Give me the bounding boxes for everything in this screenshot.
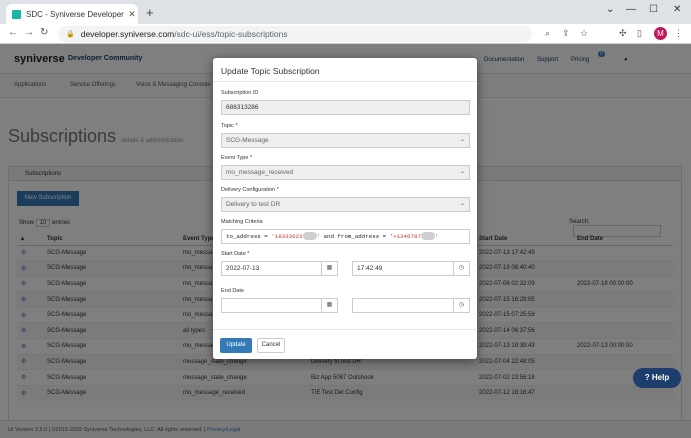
zoom-icon[interactable]: ⌕ [545, 28, 550, 39]
delivery-configuration-select: Delivery to test DR ⌄ [221, 197, 470, 212]
event-type-label: Event Type * [221, 155, 252, 161]
start-date-input[interactable]: 2022-07-13 ▦ [221, 261, 338, 276]
browser-menu-icon[interactable]: ⋮ [674, 28, 683, 39]
criteria-mid: and from_address = [320, 233, 390, 240]
back-icon[interactable]: ← [8, 27, 18, 38]
start-date-label: Start Date * [221, 251, 249, 257]
help-button[interactable]: ? Help [633, 368, 681, 388]
start-label-text: Start Date [221, 251, 246, 257]
chevron-down-icon: ⌄ [459, 201, 465, 207]
subscription-id-field: 686313286 [221, 100, 470, 115]
criteria-from-value: '+1346787 [389, 233, 421, 240]
topic-value: SCG-Message [226, 137, 269, 144]
topic-label-text: Topic [221, 123, 234, 129]
delivery-value: Delivery to test DR [226, 201, 281, 208]
chevron-down-icon: ⌄ [459, 137, 465, 143]
redacted-blur [302, 232, 317, 241]
start-date-value: 2022-07-13 [226, 265, 260, 272]
forward-icon[interactable]: → [24, 27, 34, 38]
end-time-input[interactable]: ◷ [352, 298, 470, 313]
topic-select: SCG-Message ⌄ [221, 133, 470, 148]
reload-icon[interactable]: ↻ [40, 27, 48, 38]
modal-title: Update Topic Subscription [213, 58, 477, 82]
matching-criteria-input[interactable]: to_address = '18333622 ' and from_address… [221, 229, 470, 244]
minimize-icon[interactable]: — [626, 4, 636, 15]
subscription-id-label: Subscription ID [221, 90, 259, 96]
criteria-to-value: '18333622 [271, 233, 303, 240]
required-mark: * [235, 123, 238, 129]
topic-label: Topic * [221, 123, 238, 129]
url-path: /sdc-ui/ess/topic-subscriptions [174, 29, 288, 39]
event-type-value: mo_message_received [226, 169, 294, 176]
bookmark-star-icon[interactable]: ☆ [580, 28, 588, 39]
tab-title: SDC - Syniverse Developer Comm [26, 9, 126, 19]
share-icon[interactable]: ⇪ [562, 28, 570, 39]
start-time-value: 17:42:49 [357, 265, 383, 272]
modal-footer: Update Cancel [213, 329, 477, 359]
sidebar-icon[interactable]: ▯ [637, 28, 642, 39]
site-favicon-icon [12, 9, 21, 19]
cancel-button[interactable]: Cancel [257, 338, 285, 353]
help-icon: ? [644, 373, 650, 382]
calendar-icon[interactable]: ▦ [321, 299, 337, 312]
event-type-label-text: Event Type [221, 155, 249, 161]
criteria-end-quote: ' [434, 233, 439, 240]
end-date-label: End Date [221, 288, 244, 294]
tab-search-icon[interactable]: ⌄ [606, 4, 614, 15]
required-mark: * [249, 155, 253, 161]
address-bar-row: ← → ↻ 🔒 developer.syniverse.com/sdc-ui/e… [0, 24, 691, 44]
delivery-label-text: Delivery Configuration [221, 187, 276, 193]
maximize-icon[interactable]: ☐ [649, 4, 658, 15]
matching-criteria-label: Matching Criteria [221, 219, 263, 225]
help-label: Help [651, 373, 670, 382]
update-button[interactable]: Update [220, 338, 252, 353]
lock-icon: 🔒 [66, 31, 75, 38]
required-mark: * [276, 187, 279, 193]
calendar-icon[interactable]: ▦ [321, 262, 337, 275]
url-host: developer.syniverse.com [80, 29, 175, 39]
start-time-input[interactable]: 17:42:49 ◷ [352, 261, 470, 276]
clock-icon[interactable]: ◷ [453, 262, 469, 275]
criteria-prefix: to_address = [226, 233, 272, 240]
new-tab-icon[interactable]: + [146, 5, 154, 20]
extensions-icon[interactable]: ✣ [619, 28, 627, 39]
update-subscription-modal: Update Topic Subscription Subscription I… [213, 58, 477, 359]
redacted-blur [420, 232, 435, 241]
browser-tab[interactable]: SDC - Syniverse Developer Comm ✕ [6, 4, 138, 24]
window-close-icon[interactable]: ✕ [673, 4, 681, 15]
chevron-down-icon: ⌄ [459, 169, 465, 175]
url-input[interactable]: 🔒 developer.syniverse.com/sdc-ui/ess/top… [58, 26, 532, 42]
end-date-input[interactable]: ▦ [221, 298, 338, 313]
event-type-select: mo_message_received ⌄ [221, 165, 470, 180]
delivery-configuration-label: Delivery Configuration * [221, 187, 279, 193]
required-mark: * [247, 251, 250, 257]
close-tab-icon[interactable]: ✕ [126, 9, 138, 20]
clock-icon[interactable]: ◷ [453, 299, 469, 312]
profile-avatar[interactable]: M [654, 27, 667, 40]
